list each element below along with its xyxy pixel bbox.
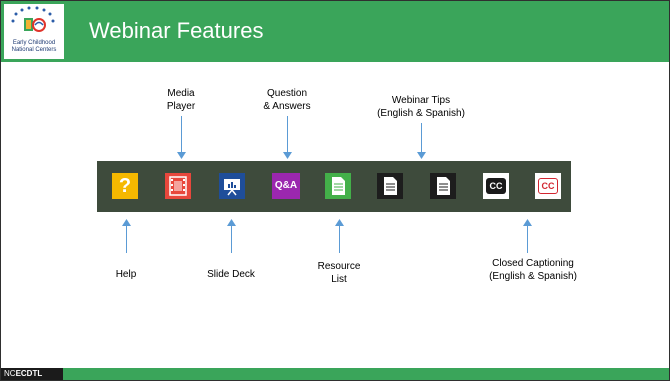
document-icon bbox=[384, 177, 397, 195]
closed-captioning-icon: CC bbox=[486, 178, 506, 194]
label-closed-captioning: Closed Captioning (English & Spanish) bbox=[489, 258, 577, 282]
label-resource-list: Resource List bbox=[317, 261, 361, 285]
footer-brand: NCECDTL bbox=[1, 368, 63, 380]
brand-bold: ECDTL bbox=[15, 369, 43, 378]
webinar-toolbar: ? Q&A CC CC bbox=[97, 161, 571, 212]
label-slide-deck: Slide Deck bbox=[207, 269, 255, 280]
page-title: Webinar Features bbox=[89, 18, 264, 43]
label-media-player: Media Player bbox=[166, 88, 196, 112]
resource-list-button[interactable] bbox=[325, 173, 351, 199]
slide-frame: Early Childhood National Centers Webinar… bbox=[0, 0, 670, 381]
film-icon bbox=[169, 176, 187, 196]
brand-prefix: NC bbox=[4, 369, 16, 378]
arrow-webinar-tips bbox=[421, 123, 422, 154]
slide-header: Early Childhood National Centers Webinar… bbox=[1, 1, 669, 62]
arrowhead-down-icon bbox=[177, 152, 186, 159]
label-webinar-tips: Webinar Tips (English & Spanish) bbox=[377, 95, 465, 119]
help-button[interactable]: ? bbox=[112, 173, 138, 199]
logo-icon bbox=[11, 6, 55, 32]
arrow-slide-deck bbox=[231, 225, 232, 253]
closed-captioning-spanish-button[interactable]: CC bbox=[535, 173, 561, 199]
presentation-icon bbox=[224, 179, 240, 196]
document-icon bbox=[437, 177, 450, 195]
qa-icon: Q&A bbox=[274, 180, 298, 191]
arrow-closed-captioning bbox=[527, 225, 528, 253]
arrow-resource-list bbox=[339, 225, 340, 253]
slide-deck-button[interactable] bbox=[219, 173, 245, 199]
document-icon bbox=[332, 177, 345, 195]
label-question-answers: Question & Answers bbox=[263, 88, 311, 112]
arrow-help bbox=[126, 225, 127, 253]
closed-captioning-english-button[interactable]: CC bbox=[483, 173, 509, 199]
slide-footer: NCECDTL bbox=[1, 368, 669, 380]
closed-captioning-spanish-icon: CC bbox=[538, 178, 558, 194]
qa-button[interactable]: Q&A bbox=[272, 173, 300, 199]
logo-text: Early Childhood National Centers bbox=[11, 40, 57, 53]
ecnc-logo: Early Childhood National Centers bbox=[4, 4, 64, 59]
arrow-media-player bbox=[181, 116, 182, 154]
webinar-tips-spanish-button[interactable] bbox=[430, 173, 456, 199]
arrowhead-down-icon bbox=[417, 152, 426, 159]
webinar-tips-english-button[interactable] bbox=[377, 173, 403, 199]
arrowhead-down-icon bbox=[283, 152, 292, 159]
label-help: Help bbox=[115, 269, 137, 280]
help-icon: ? bbox=[118, 175, 132, 197]
media-player-button[interactable] bbox=[165, 173, 191, 199]
arrow-question-answers bbox=[287, 116, 288, 154]
